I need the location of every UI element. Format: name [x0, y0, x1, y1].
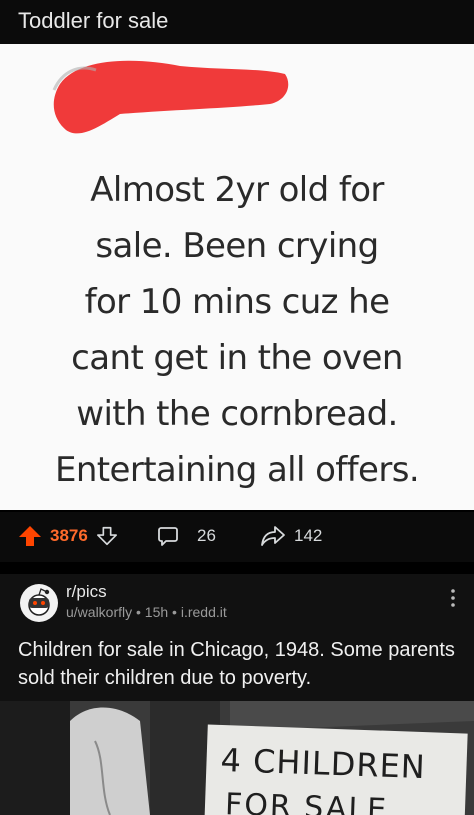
post-meta: u/walkorfly • 15h • i.redd.it: [66, 604, 227, 620]
redacted-name-scribble: [52, 60, 289, 134]
sign-text: FOR SALE: [224, 787, 389, 815]
upvote-count: 3876: [50, 526, 88, 545]
post-card[interactable]: r/pics u/walkorfly • 15h • i.redd.it Chi…: [0, 574, 474, 701]
post-divider: [0, 562, 474, 574]
comment-count: 26: [197, 526, 216, 545]
post-actions-bar: 3876 26 142: [0, 512, 474, 562]
subreddit-name[interactable]: r/pics: [66, 582, 107, 602]
more-options-icon[interactable]: [450, 588, 456, 608]
downvote-icon[interactable]: [96, 525, 118, 547]
caption-line: sale. Been crying: [95, 226, 379, 266]
caption-line: for 10 mins cuz he: [84, 282, 390, 322]
image-caption-text: Almost 2yr old for sale. Been crying for…: [0, 162, 474, 498]
vote-group: 3876: [18, 525, 118, 547]
post-title-bar[interactable]: Toddler for sale: [0, 0, 474, 44]
upvote-icon[interactable]: [18, 525, 42, 547]
post-title[interactable]: Children for sale in Chicago, 1948. Some…: [18, 636, 458, 692]
share-count: 142: [294, 526, 323, 545]
comments-button[interactable]: 26: [157, 525, 216, 547]
post-image[interactable]: 4 CHILDREN FOR SALE: [0, 701, 474, 815]
sign-text: 4 CHILDREN: [219, 740, 427, 787]
post-title[interactable]: Toddler for sale: [18, 8, 168, 34]
share-button[interactable]: 142: [260, 525, 322, 547]
post-image[interactable]: Almost 2yr old for sale. Been crying for…: [0, 44, 474, 510]
caption-line: Entertaining all offers.: [54, 450, 420, 490]
sign-board: 4 CHILDREN FOR SALE: [204, 724, 468, 815]
comment-icon: [158, 527, 178, 546]
reddit-snoo-icon: [28, 588, 50, 616]
share-icon: [261, 526, 285, 546]
caption-line: Almost 2yr old for: [90, 170, 384, 210]
subreddit-avatar[interactable]: [20, 584, 58, 622]
caption-line: cant get in the oven: [71, 338, 403, 378]
caption-line: with the cornbread.: [76, 394, 398, 434]
